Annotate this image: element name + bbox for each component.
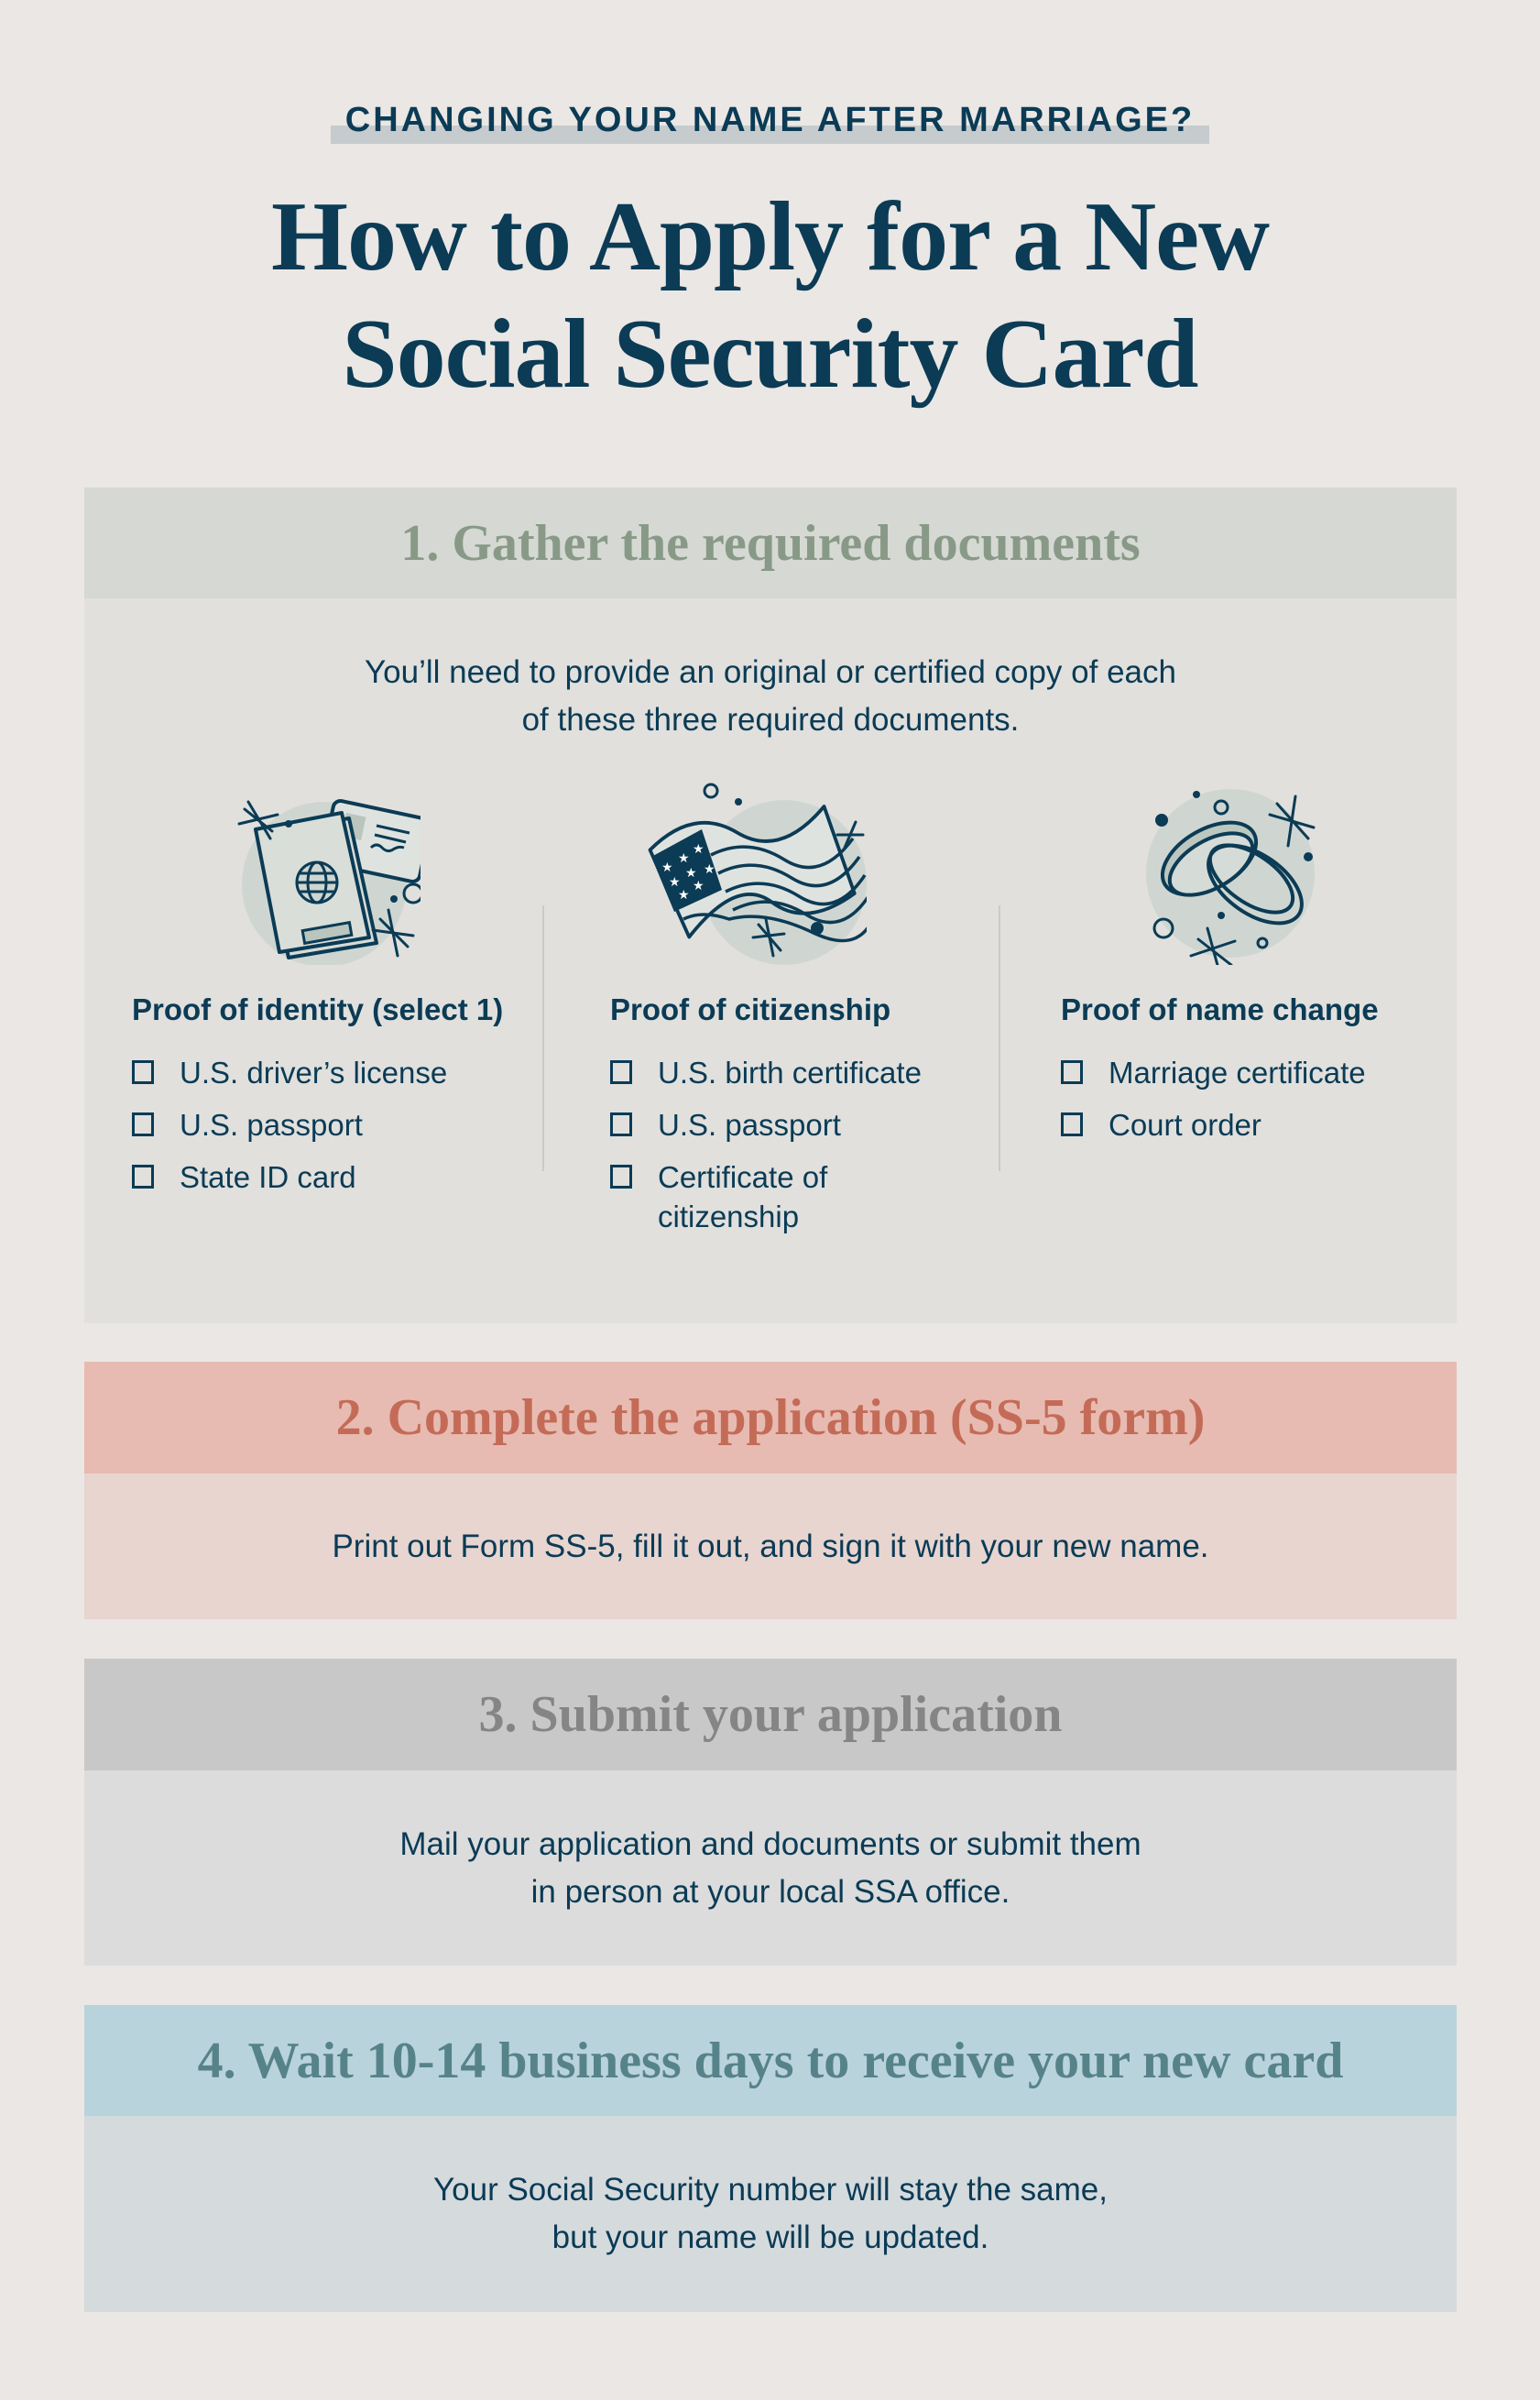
step-2-panel: 2. Complete the application (SS-5 form) … [84,1362,1457,1619]
step-4-heading: 4. Wait 10-14 business days to receive y… [84,2005,1457,2116]
checklist-item[interactable]: Marriage certificate [1061,1053,1457,1092]
checklist-item-label: U.S. passport [180,1108,363,1142]
step-1-body: You’ll need to provide an original or ce… [84,598,1457,1323]
checkbox[interactable] [1061,1112,1083,1136]
step-3-body-line-2: in person at your local SSA office. [530,1873,1010,1910]
step-4-panel: 4. Wait 10-14 business days to receive y… [84,2005,1457,2312]
page-title-line-1: How to Apply for a New [270,182,1270,291]
checkbox[interactable] [132,1060,154,1084]
svg-text:★: ★ [678,851,690,866]
checklist-item-label: U.S. birth certificate [658,1056,922,1090]
checkbox[interactable] [132,1165,154,1189]
checkbox[interactable] [610,1060,632,1084]
step-1-heading: 1. Gather the required documents [84,488,1457,598]
name-change-checklist: Marriage certificate Court order [1061,1053,1457,1157]
identity-column-title: Proof of identity (select 1) [132,992,504,1026]
checklist-item[interactable]: U.S. passport [610,1105,1006,1145]
svg-text:★: ★ [678,888,690,903]
step-4-body: Your Social Security number will stay th… [84,2116,1457,2312]
checklist-item[interactable]: U.S. passport [132,1105,528,1145]
citizenship-checklist: U.S. birth certificate U.S. passport Cer… [610,1053,1006,1249]
svg-text:★: ★ [704,862,715,877]
step-3-body-line-1: Mail your application and documents or s… [399,1825,1141,1862]
step-2-body: Print out Form SS-5, fill it out, and si… [84,1474,1457,1619]
checklist-item-label: U.S. driver’s license [180,1056,448,1090]
checklist-item[interactable]: Court order [1061,1105,1457,1145]
step-2-body-line-1: Print out Form SS-5, fill it out, and si… [332,1528,1209,1564]
step-3-body: Mail your application and documents or s… [84,1770,1457,1966]
name-change-column: Proof of name change Marriage certificat… [1061,782,1427,1167]
step-1-panel: 1. Gather the required documents You’ll … [84,488,1457,1323]
passport-id-card-icon [219,782,432,967]
header-kicker: CHANGING YOUR NAME AFTER MARRIAGE? [330,101,1210,144]
identity-column: Proof of identity (select 1) U.S. driver… [132,782,553,1194]
checklist-item-label: Certificate of citizenship [658,1160,828,1233]
checklist-item-label: Marriage certificate [1109,1056,1366,1090]
page-title-line-2: Social Security Card [342,300,1199,409]
citizenship-column-title: Proof of citizenship [610,992,891,1026]
identity-checklist: U.S. driver’s license U.S. passport Stat… [132,1053,528,1210]
checklist-item[interactable]: U.S. birth certificate [610,1053,1006,1092]
citizenship-column: ★ ★ ★ ★ ★ ★ ★ ★ Proof of citizenship U.S. bir… [610,782,1032,1233]
checkbox[interactable] [132,1112,154,1136]
svg-text:★: ★ [661,860,673,875]
wedding-rings-icon [1134,782,1336,970]
svg-text:★: ★ [693,879,704,893]
step-4-body-line-2: but your name will be updated. [552,2219,989,2255]
step-3-panel: 3. Submit your application Mail your app… [84,1659,1457,1966]
step-4-body-line-1: Your Social Security number will stay th… [433,2172,1108,2208]
checklist-item[interactable]: U.S. driver’s license [132,1053,528,1092]
header-kicker-wrap: CHANGING YOUR NAME AFTER MARRIAGE? [0,101,1540,144]
us-flag-icon: ★ ★ ★ ★ ★ ★ ★ ★ [647,782,878,965]
step-1-intro-line-1: You’ll need to provide an original or ce… [365,654,1176,690]
checkbox[interactable] [1061,1060,1083,1084]
page-title: How to Apply for a New Social Security C… [0,179,1540,413]
name-change-column-title: Proof of name change [1061,992,1379,1026]
step-2-heading: 2. Complete the application (SS-5 form) [84,1362,1457,1474]
checklist-item-label: State ID card [180,1160,356,1194]
svg-text:★: ★ [693,842,704,857]
checklist-item[interactable]: Certificate of citizenship [610,1157,887,1236]
checkbox[interactable] [610,1165,632,1189]
checklist-item[interactable]: State ID card [132,1157,528,1197]
checklist-item-label: Court order [1109,1108,1261,1142]
step-1-intro: You’ll need to provide an original or ce… [84,649,1457,744]
checkbox[interactable] [610,1112,632,1136]
step-1-intro-line-2: of these three required documents. [521,702,1020,738]
checklist-item-label: U.S. passport [658,1108,841,1142]
step-3-heading: 3. Submit your application [84,1659,1457,1770]
